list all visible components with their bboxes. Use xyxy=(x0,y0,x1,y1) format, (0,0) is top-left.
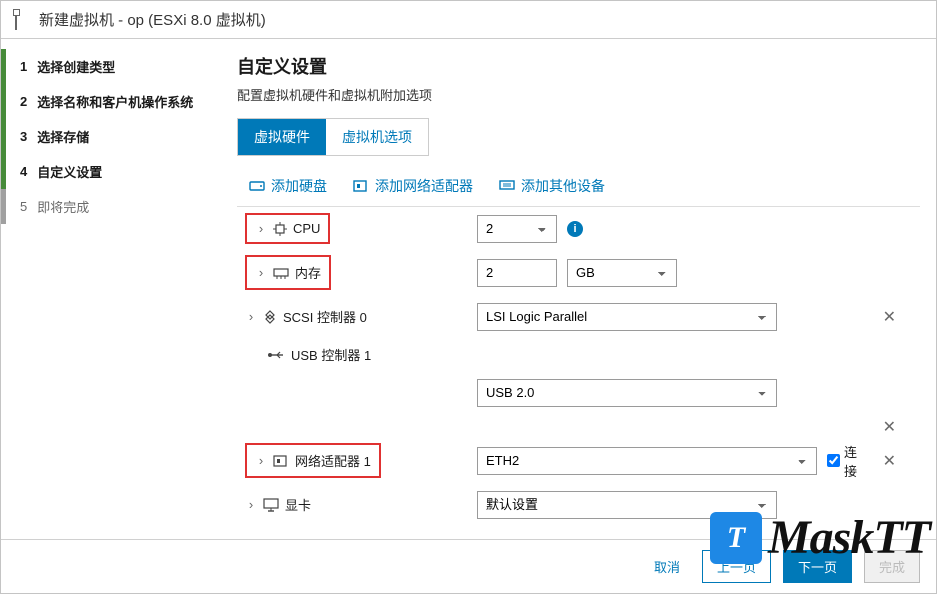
cpu-label: CPU xyxy=(293,221,320,236)
expand-icon[interactable]: › xyxy=(255,221,267,236)
hardware-list: › CPU 2 i › 内存 xyxy=(237,206,920,527)
page-description: 配置虚拟机硬件和虚拟机附加选项 xyxy=(237,85,920,104)
scsi-type-select[interactable]: LSI Logic Parallel xyxy=(477,303,777,331)
step-label: 自定义设置 xyxy=(37,162,102,181)
cancel-button[interactable]: 取消 xyxy=(654,557,680,576)
memory-value-input[interactable] xyxy=(477,259,557,287)
dialog-titlebar: 新建虚拟机 - op (ESXi 8.0 虚拟机) xyxy=(1,1,936,38)
cpu-count-select[interactable]: 2 xyxy=(477,215,557,243)
dialog-title: 新建虚拟机 - op (ESXi 8.0 虚拟机) xyxy=(39,9,266,30)
nic-icon xyxy=(353,179,369,193)
memory-unit-select[interactable]: GB xyxy=(567,259,677,287)
wizard-sidebar: 1 选择创建类型 2 选择名称和客户机操作系统 3 选择存储 4 自定义设置 5… xyxy=(1,39,223,539)
remove-nic-icon[interactable]: ✕ xyxy=(879,451,900,471)
gpu-select[interactable]: 默认设置 xyxy=(477,491,777,519)
expand-icon[interactable]: › xyxy=(255,453,267,468)
add-disk-link[interactable]: 添加硬盘 xyxy=(249,176,327,196)
hw-row-gpu: › 显卡 默认设置 xyxy=(237,483,920,527)
expand-icon[interactable]: › xyxy=(245,497,257,512)
cpu-icon xyxy=(273,222,287,236)
tab-vm-options[interactable]: 虚拟机选项 xyxy=(326,119,428,155)
hw-row-memory: › 内存 GB xyxy=(237,251,920,295)
vm-icon xyxy=(15,12,33,28)
wizard-step-storage[interactable]: 3 选择存储 xyxy=(1,119,223,154)
hardware-toolbar: 添加硬盘 添加网络适配器 添加其他设备 xyxy=(237,166,920,206)
expand-icon[interactable]: › xyxy=(255,265,267,280)
usb-controller-label: USB 控制器 1 xyxy=(291,345,371,364)
hw-row-usb-type: USB 2.0 xyxy=(237,371,920,415)
step-label: 选择存储 xyxy=(37,127,89,146)
add-nic-link[interactable]: 添加网络适配器 xyxy=(353,176,473,196)
highlight-nic: › 网络适配器 1 xyxy=(245,443,381,478)
scsi-label: SCSI 控制器 0 xyxy=(283,307,367,326)
nic-network-select[interactable]: ETH2 xyxy=(477,447,817,475)
memory-label: 内存 xyxy=(295,263,321,282)
tab-virtual-hardware[interactable]: 虚拟硬件 xyxy=(238,119,326,155)
step-label: 即将完成 xyxy=(37,197,89,216)
hw-row-cpu: › CPU 2 i xyxy=(237,207,920,251)
usb-icon xyxy=(267,350,285,360)
remove-usb-icon[interactable]: ✕ xyxy=(879,417,900,437)
scsi-icon xyxy=(263,310,277,324)
highlight-cpu: › CPU xyxy=(245,213,330,244)
usb-type-select[interactable]: USB 2.0 xyxy=(477,379,777,407)
hw-row-usb-controller: USB 控制器 1 xyxy=(237,339,920,371)
nic-connect-checkbox[interactable]: 连接 xyxy=(827,442,869,480)
disk-icon xyxy=(249,179,265,193)
wizard-step-name-os[interactable]: 2 选择名称和客户机操作系统 xyxy=(1,84,223,119)
wizard-step-create-type[interactable]: 1 选择创建类型 xyxy=(1,49,223,84)
step-label: 选择创建类型 xyxy=(37,57,115,76)
add-other-device-link[interactable]: 添加其他设备 xyxy=(499,176,605,196)
highlight-memory: › 内存 xyxy=(245,255,331,290)
tabs: 虚拟硬件 虚拟机选项 xyxy=(237,118,429,156)
expand-icon[interactable]: › xyxy=(245,309,257,324)
info-icon[interactable]: i xyxy=(567,221,583,237)
nic-label: 网络适配器 1 xyxy=(295,451,371,470)
wizard-step-customize[interactable]: 4 自定义设置 xyxy=(1,154,223,189)
hw-row-usb-remove: ✕ xyxy=(237,415,920,439)
gpu-label: 显卡 xyxy=(285,495,311,514)
next-button[interactable]: 下一页 xyxy=(783,550,852,583)
device-icon xyxy=(499,179,515,193)
dialog-footer: 取消 上一页 下一页 完成 xyxy=(1,539,936,593)
page-heading: 自定义设置 xyxy=(237,53,920,79)
display-icon xyxy=(263,498,279,512)
nic-icon xyxy=(273,454,289,468)
hw-row-scsi: › SCSI 控制器 0 LSI Logic Parallel ✕ xyxy=(237,295,920,339)
finish-button[interactable]: 完成 xyxy=(864,550,920,583)
main-panel: 自定义设置 配置虚拟机硬件和虚拟机附加选项 虚拟硬件 虚拟机选项 添加硬盘 添加… xyxy=(223,39,936,539)
step-label: 选择名称和客户机操作系统 xyxy=(37,92,193,111)
memory-icon xyxy=(273,267,289,279)
hw-row-nic: › 网络适配器 1 ETH2 连接 ✕ xyxy=(237,439,920,483)
wizard-step-finish[interactable]: 5 即将完成 xyxy=(1,189,223,224)
back-button[interactable]: 上一页 xyxy=(702,550,771,583)
nic-connect-input[interactable] xyxy=(827,454,840,467)
remove-scsi-icon[interactable]: ✕ xyxy=(879,307,900,327)
